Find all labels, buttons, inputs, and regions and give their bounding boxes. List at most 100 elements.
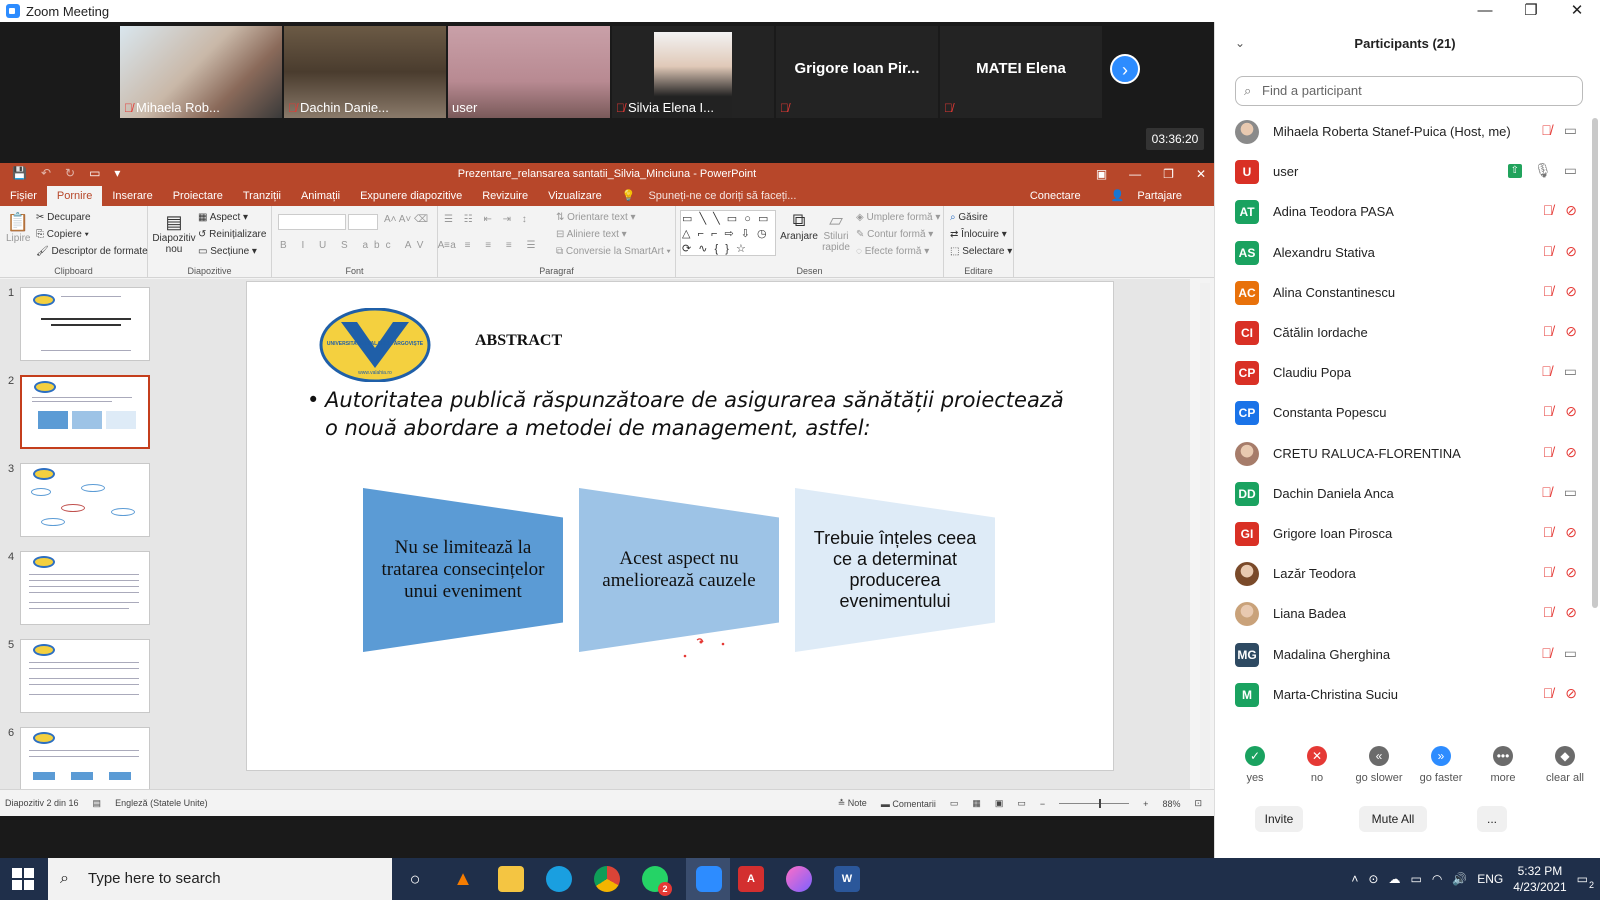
shape-effects-button[interactable]: ◌ Efecte formă ▾ (856, 246, 929, 257)
list-buttons[interactable]: ☰ ☷ ⇤ ⇥ ↕ (444, 214, 531, 225)
tab-design[interactable]: Proiectare (163, 186, 233, 206)
reading-view-icon[interactable]: ▣ (995, 798, 1004, 809)
font-size-dropdown[interactable] (348, 214, 378, 230)
reaction-more-button[interactable]: ••• more (1473, 746, 1533, 784)
mic-muted-icon[interactable]: 🎙̸ (1543, 283, 1554, 300)
font-name-dropdown[interactable] (278, 214, 346, 230)
meet-now-icon[interactable]: ⊙ (1368, 872, 1378, 886)
participant-row[interactable]: Liana Badea 🎙̸ ⊘ (1215, 594, 1595, 634)
smartart-box-2[interactable]: Acest aspect nu ameliorează cauzele (579, 488, 779, 652)
spellcheck-icon[interactable]: ▤ (93, 798, 102, 809)
camera-off-icon[interactable]: ⊘ (1565, 685, 1577, 702)
camera-off-icon[interactable]: ⊘ (1565, 564, 1577, 581)
participant-row[interactable]: CI Cătălin Iordache 🎙̸ ⊘ (1215, 313, 1595, 353)
camera-off-icon[interactable]: ⊘ (1565, 243, 1577, 260)
text-direction-button[interactable]: ⇅ Orientare text ▾ (556, 212, 636, 223)
reaction-go-faster-button[interactable]: » go faster (1411, 746, 1471, 784)
replace-button[interactable]: ⇄ Înlocuire ▾ (950, 229, 1007, 240)
close-button[interactable]: ✕ (1554, 0, 1600, 22)
participant-search-input[interactable]: ⌕ Find a participant (1235, 76, 1583, 106)
slide-thumbnail-selected[interactable] (20, 375, 150, 449)
section-button[interactable]: ▭ Secțiune ▾ (198, 246, 257, 257)
participant-row[interactable]: Uuser ⇧ 🎙 ▭ (1215, 152, 1595, 192)
camera-off-icon[interactable]: ⊘ (1565, 323, 1577, 340)
mic-muted-icon[interactable]: 🎙̸ (1543, 564, 1554, 581)
acrobat-icon[interactable]: A (738, 866, 764, 892)
camera-off-icon[interactable]: ⊘ (1565, 202, 1577, 219)
smartart-box-1[interactable]: Nu se limitează la tratarea consecințelo… (363, 488, 563, 652)
slide-thumbnail[interactable] (20, 551, 150, 625)
select-button[interactable]: ⬚ Selectare ▾ (950, 246, 1012, 257)
mic-muted-icon[interactable]: 🎙̸ (1543, 202, 1554, 219)
mic-icon[interactable]: 🎙 (1534, 162, 1552, 179)
share-button[interactable]: 👤 Partajare (1101, 186, 1202, 206)
participant-row[interactable]: AC Alina Constantinescu 🎙̸ ⊘ (1215, 273, 1595, 313)
video-tile[interactable]: MATEI Elena 🎙̸ (940, 26, 1102, 118)
video-tile-active-speaker[interactable]: user (448, 26, 610, 118)
ribbon-display-icon[interactable]: ▣ (1096, 163, 1107, 186)
video-tile[interactable]: 🎙̸ Mihaela Rob... (120, 26, 282, 118)
ppt-close-button[interactable]: ✕ (1196, 163, 1206, 186)
participant-row[interactable]: CP Claudiu Popa 🎙̸ ▭ (1215, 353, 1595, 393)
ppt-restore-button[interactable]: ❐ (1163, 163, 1174, 186)
shape-outline-button[interactable]: ✎ Contur formă ▾ (856, 229, 933, 240)
wifi-icon[interactable]: ◠ (1432, 872, 1442, 886)
camera-icon[interactable]: ▭ (1564, 645, 1577, 662)
participant-row[interactable]: M Marta-Christina Suciu 🎙̸ ⊘ (1215, 675, 1595, 715)
reaction-no-button[interactable]: ✕ no (1287, 746, 1347, 784)
chevron-up-icon[interactable]: ˄ (1351, 872, 1358, 886)
minimize-button[interactable]: — (1462, 0, 1508, 22)
notes-button[interactable]: ≛ Note (838, 798, 867, 809)
shapes-gallery[interactable]: ▭ ╲ ╲ ▭ ○ ▭ △ ⌐ ⌐ ⇨ ⇩ ◷ ⟳ ∿ { } ☆ (680, 210, 776, 256)
zoom-level[interactable]: 88% (1162, 799, 1180, 809)
current-slide[interactable]: UNIVERSITATEA VALAHIA TÂRGOVIȘTE www.val… (246, 281, 1114, 771)
mic-muted-icon[interactable]: 🎙̸ (1543, 243, 1554, 260)
reaction-clear-all-button[interactable]: ◆ clear all (1535, 746, 1595, 784)
maximize-button[interactable]: ❐ (1508, 0, 1554, 22)
participant-row[interactable]: AT Adina Teodora PASA 🎙̸ ⊘ (1215, 192, 1595, 232)
notifications-icon[interactable]: ▭ 2 (1577, 872, 1594, 890)
smartart-button[interactable]: ⧉ Conversie la SmartArt ▾ (556, 246, 671, 257)
mic-muted-icon[interactable]: 🎙̸ (1543, 685, 1554, 702)
zoom-slider[interactable] (1059, 799, 1130, 808)
reaction-go-slower-button[interactable]: « go slower (1349, 746, 1409, 784)
mic-muted-icon[interactable]: 🎙̸ (1543, 403, 1554, 420)
tab-home[interactable]: Pornire (46, 186, 103, 206)
camera-icon[interactable]: ▭ (1564, 162, 1577, 179)
cortana-icon[interactable]: ○ (402, 866, 428, 892)
clock[interactable]: 5:32 PM 4/23/2021 (1513, 863, 1566, 895)
zoom-in-icon[interactable]: + (1143, 799, 1148, 809)
volume-icon[interactable]: 🔊 (1452, 872, 1467, 886)
camera-off-icon[interactable]: ⊘ (1565, 444, 1577, 461)
slide-thumbnail[interactable] (20, 639, 150, 713)
mic-muted-icon[interactable]: 🎙̸ (1541, 363, 1552, 380)
chrome-icon[interactable] (594, 866, 620, 892)
reaction-yes-button[interactable]: ✓ yes (1225, 746, 1285, 784)
arrange-button[interactable]: ⧉ Aranjare (780, 210, 818, 242)
participant-row[interactable]: AS Alexandru Stativa 🎙̸ ⊘ (1215, 233, 1595, 273)
camera-off-icon[interactable]: ⊘ (1565, 604, 1577, 621)
font-grow-shrink-icons[interactable]: A˄ A˅ ⌫ (384, 214, 428, 225)
language-indicator[interactable]: ENG (1477, 872, 1503, 886)
mic-muted-icon[interactable]: 🎙̸ (1543, 444, 1554, 461)
whatsapp-icon[interactable]: 2 (642, 866, 672, 896)
file-explorer-icon[interactable] (498, 866, 524, 892)
slide-sorter-icon[interactable]: ▦ (972, 798, 981, 809)
mic-muted-icon[interactable]: 🎙̸ (1541, 484, 1552, 501)
taskbar-search-input[interactable]: ⌕ Type here to search (48, 858, 392, 900)
copy-button[interactable]: ⎘ Copiere ▾ (36, 229, 89, 240)
mute-all-button[interactable]: Mute All (1359, 806, 1427, 832)
participants-scrollbar[interactable] (1592, 118, 1598, 608)
participant-row[interactable]: Mihaela Roberta Stanef-Puica (Host, me) 🎙… (1215, 112, 1595, 152)
zoom-out-icon[interactable]: − (1040, 799, 1045, 809)
slide-thumbnail[interactable] (20, 287, 150, 361)
more-options-button[interactable]: ... (1477, 806, 1507, 832)
tab-review[interactable]: Revizuire (472, 186, 538, 206)
layout-button[interactable]: ▦ Aspect ▾ (198, 212, 248, 223)
edge-icon[interactable] (546, 866, 572, 892)
find-button[interactable]: ⌕ Găsire (950, 212, 988, 223)
tab-slideshow[interactable]: Expunere diapozitive (350, 186, 472, 206)
align-text-button[interactable]: ⊟ Aliniere text ▾ (556, 229, 627, 240)
word-icon[interactable]: W (834, 866, 860, 892)
reset-button[interactable]: ↺ Reinițializare (198, 229, 266, 240)
